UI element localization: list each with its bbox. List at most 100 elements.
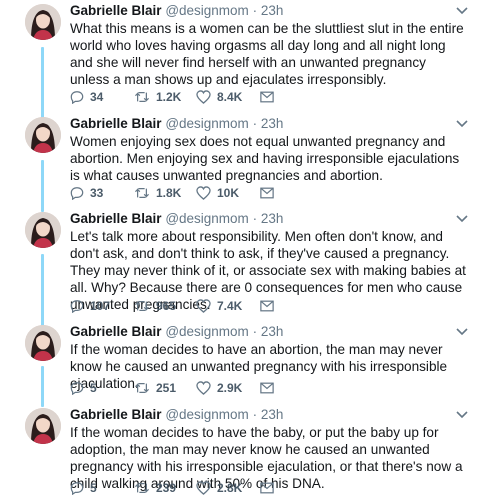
tweet-actions: 5 239 2.8K xyxy=(70,479,274,497)
retweet-icon xyxy=(135,383,149,393)
tweet-header: Gabrielle Blair @designmom · 23h xyxy=(70,115,468,133)
retweet-button[interactable]: 1.2K xyxy=(134,90,196,104)
reply-count: 5 xyxy=(90,481,97,495)
retweet-count: 965 xyxy=(156,299,177,313)
envelope-icon xyxy=(260,382,274,394)
tweet-actions: 107 965 7.4K xyxy=(70,297,274,315)
retweet-button[interactable]: 251 xyxy=(134,381,196,395)
heart-icon xyxy=(196,381,211,395)
envelope-icon xyxy=(260,300,274,312)
user-handle[interactable]: @designmom xyxy=(165,407,249,422)
like-button[interactable]: 8.4K xyxy=(196,90,260,104)
tweet-text: What this means is a women can be the sl… xyxy=(70,21,464,87)
tweet[interactable]: Gabrielle Blair @designmom · 23h If the … xyxy=(0,321,480,401)
timestamp[interactable]: 23h xyxy=(261,211,284,226)
user-handle[interactable]: @designmom xyxy=(165,324,249,339)
reply-button[interactable]: 107 xyxy=(70,299,134,313)
heart-icon xyxy=(196,90,211,104)
separator-dot: · xyxy=(252,3,258,18)
retweet-count: 1.2K xyxy=(156,90,182,104)
chevron-down-icon[interactable] xyxy=(456,119,468,129)
user-handle[interactable]: @designmom xyxy=(165,3,249,18)
like-count: 2.9K xyxy=(217,381,243,395)
like-count: 8.4K xyxy=(217,90,243,104)
user-handle[interactable]: @designmom xyxy=(165,116,249,131)
like-button[interactable]: 10K xyxy=(196,186,260,200)
timestamp[interactable]: 23h xyxy=(261,3,284,18)
reply-button[interactable]: 5 xyxy=(70,481,134,495)
display-name[interactable]: Gabrielle Blair xyxy=(70,324,162,339)
reply-icon xyxy=(70,187,84,200)
separator-dot: · xyxy=(252,324,258,339)
avatar[interactable] xyxy=(25,212,61,248)
retweet-button[interactable]: 1.8K xyxy=(134,186,196,200)
tweet[interactable]: Gabrielle Blair @designmom · 23h If the … xyxy=(0,404,480,498)
reply-count: 107 xyxy=(90,299,111,313)
tweet-text: Women enjoying sex does not equal unwant… xyxy=(70,134,460,183)
timestamp[interactable]: 23h xyxy=(261,407,284,422)
reply-count: 33 xyxy=(90,186,104,200)
avatar-image xyxy=(25,325,61,361)
envelope-icon xyxy=(260,187,274,199)
tweet[interactable]: Gabrielle Blair @designmom · 23h What th… xyxy=(0,0,480,110)
retweet-count: 239 xyxy=(156,481,177,495)
timestamp[interactable]: 23h xyxy=(261,324,284,339)
dm-button[interactable] xyxy=(260,91,274,103)
like-button[interactable]: 2.8K xyxy=(196,481,260,495)
chevron-down-icon[interactable] xyxy=(456,410,468,420)
reply-button[interactable]: 5 xyxy=(70,381,134,395)
like-count: 2.8K xyxy=(217,481,243,495)
tweet[interactable]: Gabrielle Blair @designmom · 23h Women e… xyxy=(0,113,480,203)
avatar[interactable] xyxy=(25,4,61,40)
like-button[interactable]: 2.9K xyxy=(196,381,260,395)
retweet-button[interactable]: 239 xyxy=(134,481,196,495)
tweet-header: Gabrielle Blair @designmom · 23h xyxy=(70,406,468,424)
heart-icon xyxy=(196,481,211,495)
user-handle[interactable]: @designmom xyxy=(165,211,249,226)
dm-button[interactable] xyxy=(260,300,274,312)
heart-icon xyxy=(196,299,211,313)
tweet-header: Gabrielle Blair @designmom · 23h xyxy=(70,323,468,341)
dm-button[interactable] xyxy=(260,382,274,394)
avatar-image xyxy=(25,4,61,40)
envelope-icon xyxy=(260,91,274,103)
reply-button[interactable]: 34 xyxy=(70,90,134,104)
timestamp[interactable]: 23h xyxy=(261,116,284,131)
display-name[interactable]: Gabrielle Blair xyxy=(70,3,162,18)
avatar[interactable] xyxy=(25,325,61,361)
envelope-icon xyxy=(260,482,274,494)
chevron-down-icon[interactable] xyxy=(456,327,468,337)
retweet-icon xyxy=(135,483,149,493)
retweet-icon xyxy=(135,92,149,102)
retweet-icon xyxy=(135,188,149,198)
reply-icon xyxy=(70,482,84,495)
separator-dot: · xyxy=(252,211,258,226)
avatar-image xyxy=(25,212,61,248)
reply-icon xyxy=(70,91,84,104)
separator-dot: · xyxy=(252,407,258,422)
avatar[interactable] xyxy=(25,117,61,153)
display-name[interactable]: Gabrielle Blair xyxy=(70,116,162,131)
avatar[interactable] xyxy=(25,408,61,444)
tweet-header: Gabrielle Blair @designmom · 23h xyxy=(70,210,468,228)
tweet[interactable]: Gabrielle Blair @designmom · 23h Let's t… xyxy=(0,208,480,320)
display-name[interactable]: Gabrielle Blair xyxy=(70,407,162,422)
chevron-down-icon[interactable] xyxy=(456,6,468,16)
reply-count: 34 xyxy=(90,90,104,104)
avatar-image xyxy=(25,408,61,444)
tweet-header: Gabrielle Blair @designmom · 23h xyxy=(70,2,468,20)
separator-dot: · xyxy=(252,116,258,131)
dm-button[interactable] xyxy=(260,482,274,494)
retweet-count: 1.8K xyxy=(156,186,182,200)
tweet-actions: 5 251 2.9K xyxy=(70,379,274,397)
tweet-actions: 33 1.8K 10K xyxy=(70,184,274,202)
tweet-actions: 34 1.2K 8.4K xyxy=(70,88,274,106)
reply-button[interactable]: 33 xyxy=(70,186,134,200)
dm-button[interactable] xyxy=(260,187,274,199)
like-button[interactable]: 7.4K xyxy=(196,299,260,313)
display-name[interactable]: Gabrielle Blair xyxy=(70,211,162,226)
retweet-button[interactable]: 965 xyxy=(134,299,196,313)
reply-icon xyxy=(70,382,84,395)
reply-count: 5 xyxy=(90,381,97,395)
chevron-down-icon[interactable] xyxy=(456,214,468,224)
